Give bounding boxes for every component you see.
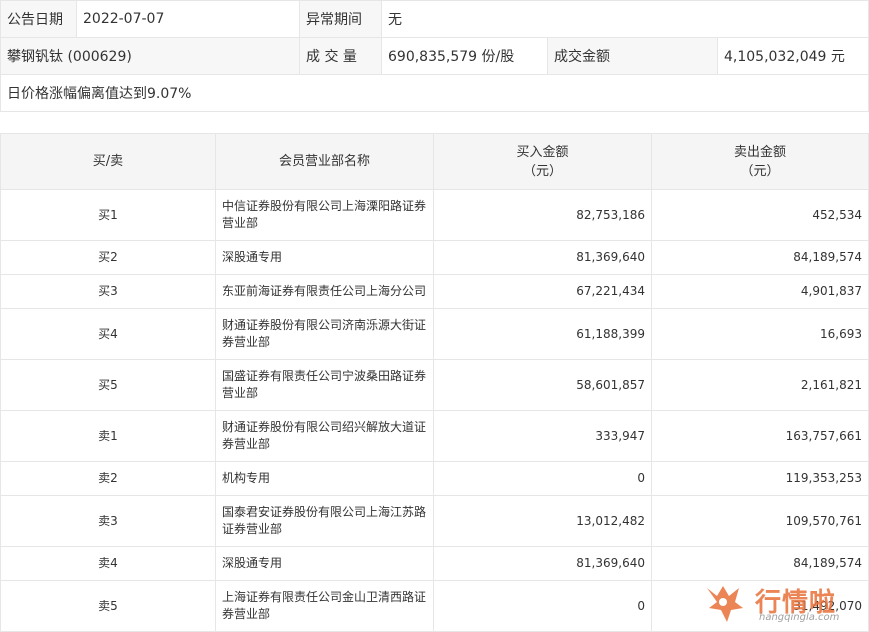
- date-value: 2022-07-07: [76, 0, 300, 38]
- table-row: 卖1 财通证券股份有限公司绍兴解放大道证券营业部 333,947 163,757…: [0, 410, 869, 462]
- row-name: 东亚前海证券有限责任公司上海分公司: [215, 274, 434, 309]
- table-row: 卖5 上海证券有限责任公司金山卫清西路证券营业部 0 31,492,070: [0, 580, 869, 632]
- table-row: 买5 国盛证券有限责任公司宁波桑田路证券营业部 58,601,857 2,161…: [0, 359, 869, 411]
- row-sell: 4,901,837: [651, 274, 869, 309]
- table-header-row: 买/卖 会员营业部名称 买入金额 （元） 卖出金额 （元）: [0, 133, 869, 190]
- row-side: 卖3: [0, 495, 216, 547]
- stock-name: 攀钢钒钛 (000629): [0, 37, 300, 75]
- row-side: 买5: [0, 359, 216, 411]
- trading-seats-table: 买/卖 会员营业部名称 买入金额 （元） 卖出金额 （元） 买1 中信证券股份有…: [0, 133, 869, 632]
- row-buy: 13,012,482: [433, 495, 652, 547]
- table-row: 买3 东亚前海证券有限责任公司上海分公司 67,221,434 4,901,83…: [0, 274, 869, 309]
- row-name: 国盛证券有限责任公司宁波桑田路证券营业部: [215, 359, 434, 411]
- row-sell: 452,534: [651, 189, 869, 241]
- anomaly-value: 无: [381, 0, 869, 38]
- row-side: 卖1: [0, 410, 216, 462]
- row-buy: 0: [433, 461, 652, 496]
- table-row: 卖3 国泰君安证券股份有限公司上海江苏路证券营业部 13,012,482 109…: [0, 495, 869, 547]
- header-sell-line1: 卖出金额: [733, 144, 786, 160]
- volume-value: 690,835,579 份/股: [381, 37, 548, 75]
- row-sell: 109,570,761: [651, 495, 869, 547]
- row-name: 财通证券股份有限公司绍兴解放大道证券营业部: [215, 410, 434, 462]
- header-buy-line1: 买入金额: [516, 144, 569, 160]
- row-buy: 81,369,640: [433, 546, 652, 581]
- row-side: 卖5: [0, 580, 216, 632]
- header-side: 买/卖: [0, 133, 216, 190]
- row-sell: 84,189,574: [651, 546, 869, 581]
- row-sell: 16,693: [651, 308, 869, 360]
- amount-value: 4,105,032,049 元: [717, 37, 869, 75]
- row-name: 深股通专用: [215, 546, 434, 581]
- anomaly-label: 异常期间: [299, 0, 382, 38]
- header-sell-line2: （元）: [740, 163, 780, 179]
- row-sell: 119,353,253: [651, 461, 869, 496]
- row-name: 上海证券有限责任公司金山卫清西路证券营业部: [215, 580, 434, 632]
- row-buy: 61,188,399: [433, 308, 652, 360]
- row-name: 机构专用: [215, 461, 434, 496]
- header-buy-line2: （元）: [522, 163, 562, 179]
- amount-label: 成交金额: [547, 37, 718, 75]
- row-side: 卖2: [0, 461, 216, 496]
- row-side: 卖4: [0, 546, 216, 581]
- volume-label: 成 交 量: [299, 37, 382, 75]
- table-row: 买1 中信证券股份有限公司上海溧阳路证券营业部 82,753,186 452,5…: [0, 189, 869, 241]
- table-row: 买2 深股通专用 81,369,640 84,189,574: [0, 240, 869, 275]
- row-name: 国泰君安证券股份有限公司上海江苏路证券营业部: [215, 495, 434, 547]
- announcement-info-table: 公告日期 2022-07-07 异常期间 无 攀钢钒钛 (000629) 成 交…: [0, 0, 869, 112]
- row-side: 买4: [0, 308, 216, 360]
- header-name: 会员营业部名称: [215, 133, 434, 190]
- header-sell: 卖出金额 （元）: [651, 133, 869, 190]
- row-sell: 84,189,574: [651, 240, 869, 275]
- table-row: 卖2 机构专用 0 119,353,253: [0, 461, 869, 496]
- anomaly-reason: 日价格涨幅偏离值达到9.07%: [0, 74, 869, 112]
- row-buy: 67,221,434: [433, 274, 652, 309]
- row-side: 买3: [0, 274, 216, 309]
- row-name: 中信证券股份有限公司上海溧阳路证券营业部: [215, 189, 434, 241]
- row-sell: 2,161,821: [651, 359, 869, 411]
- row-name: 财通证券股份有限公司济南泺源大街证券营业部: [215, 308, 434, 360]
- row-buy: 58,601,857: [433, 359, 652, 411]
- row-sell: 31,492,070: [651, 580, 869, 632]
- row-buy: 81,369,640: [433, 240, 652, 275]
- row-buy: 82,753,186: [433, 189, 652, 241]
- table-row: 卖4 深股通专用 81,369,640 84,189,574: [0, 546, 869, 581]
- row-side: 买1: [0, 189, 216, 241]
- row-buy: 333,947: [433, 410, 652, 462]
- row-sell: 163,757,661: [651, 410, 869, 462]
- row-name: 深股通专用: [215, 240, 434, 275]
- row-side: 买2: [0, 240, 216, 275]
- row-buy: 0: [433, 580, 652, 632]
- table-row: 买4 财通证券股份有限公司济南泺源大街证券营业部 61,188,399 16,6…: [0, 308, 869, 360]
- date-label: 公告日期: [0, 0, 77, 38]
- header-buy: 买入金额 （元）: [433, 133, 652, 190]
